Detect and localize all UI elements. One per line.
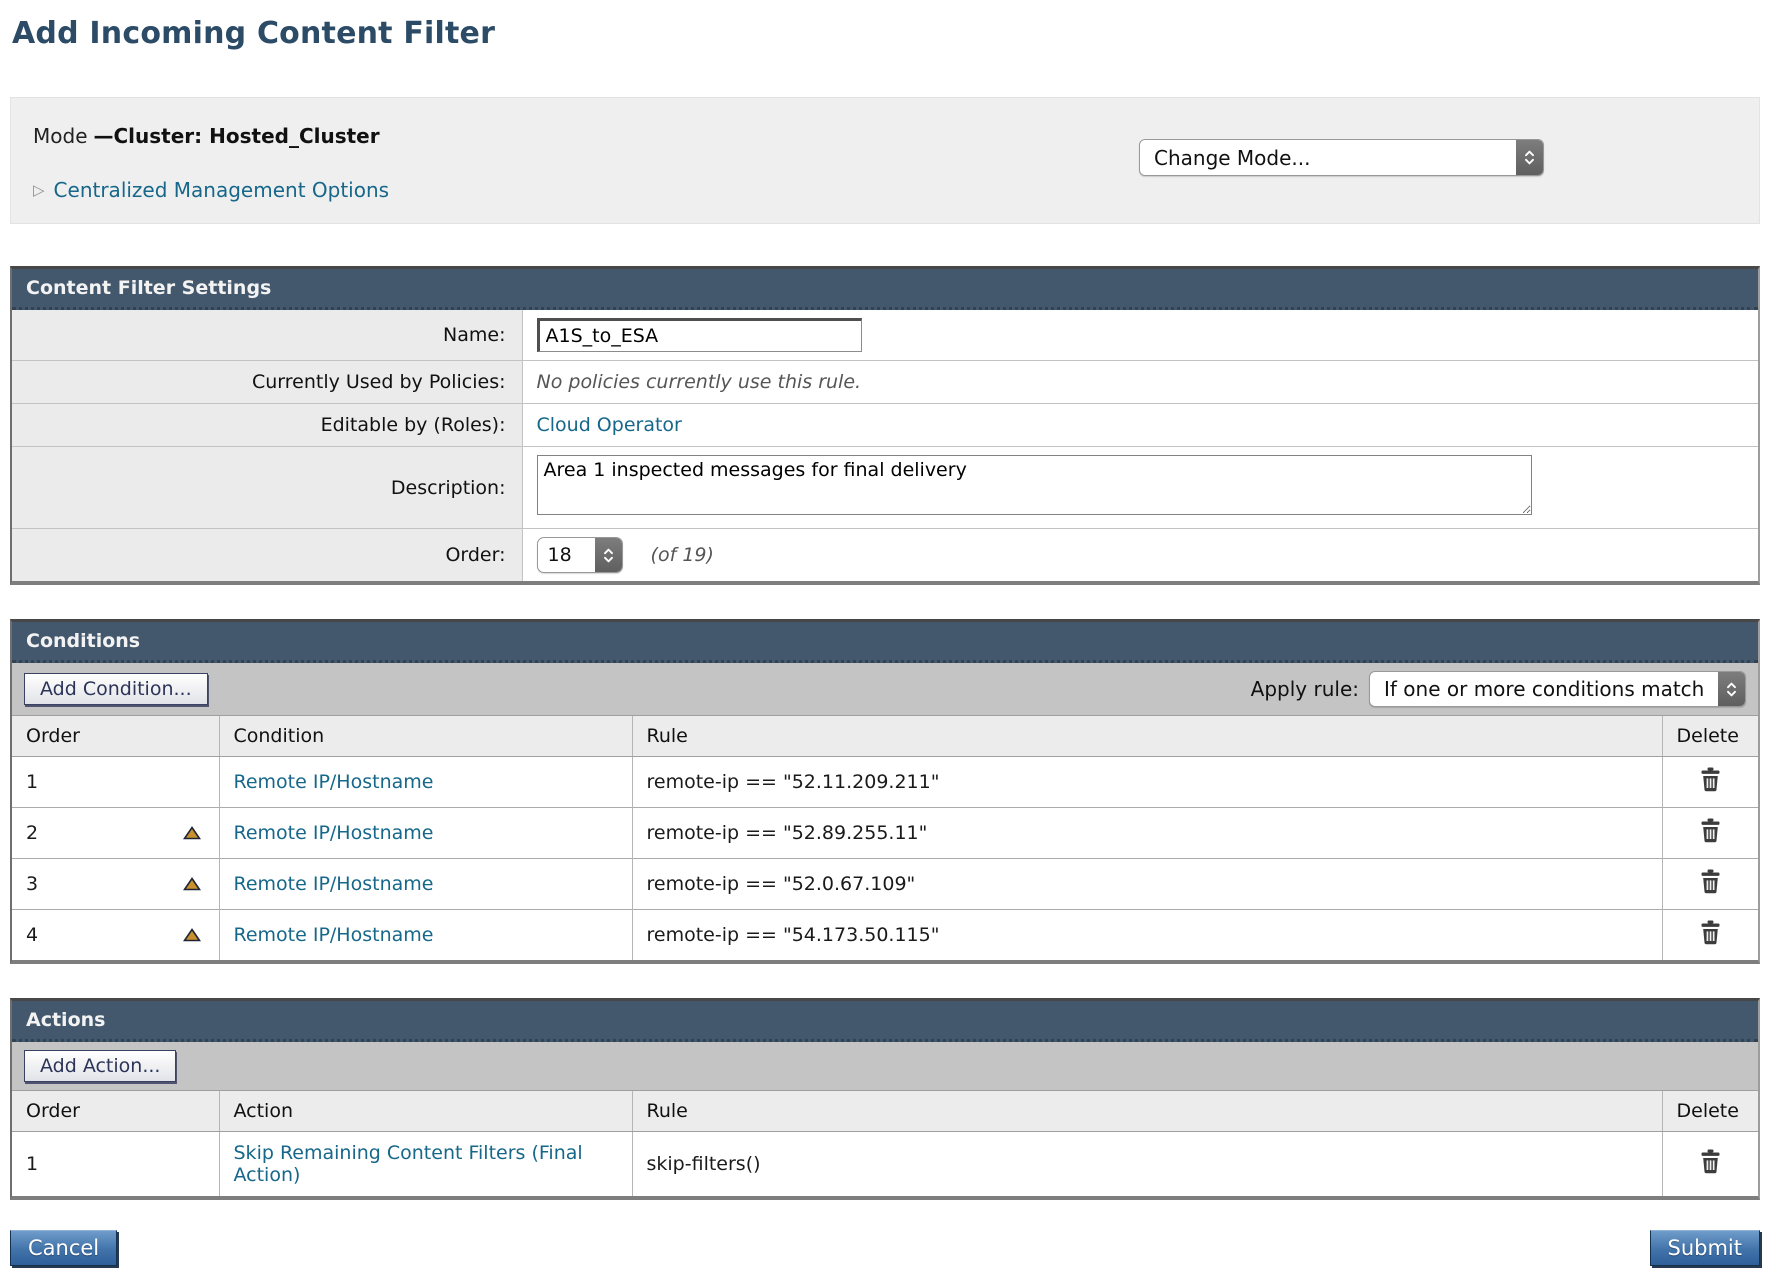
condition-rule: remote-ip == "54.173.50.115" <box>632 910 1662 961</box>
centralized-management-options-row: ▷ Centralized Management Options <box>33 178 1737 202</box>
content-filter-settings-panel: Content Filter Settings Name: Currently … <box>10 266 1760 585</box>
apply-rule-selected-value: If one or more conditions match <box>1370 672 1718 706</box>
conditions-panel: Conditions Add Condition... Apply rule: … <box>10 619 1760 964</box>
policies-label: Currently Used by Policies: <box>12 361 522 404</box>
action-rule: skip-filters() <box>632 1132 1662 1197</box>
condition-order: 4 <box>26 924 38 946</box>
apply-rule-group: Apply rule: If one or more conditions ma… <box>1251 671 1746 707</box>
add-action-button[interactable]: Add Action... <box>24 1050 176 1082</box>
condition-rule: remote-ip == "52.11.209.211" <box>632 757 1662 808</box>
arrow-up-icon <box>183 877 201 891</box>
apply-rule-select[interactable]: If one or more conditions match <box>1369 671 1746 707</box>
action-order: 1 <box>26 1153 38 1175</box>
column-header-action: Action <box>219 1091 632 1132</box>
condition-order: 2 <box>26 822 38 844</box>
select-stepper-icon <box>1718 672 1745 706</box>
trash-icon <box>1699 869 1722 894</box>
name-label: Name: <box>12 310 522 361</box>
delete-condition-button[interactable] <box>1699 920 1722 945</box>
column-header-rule: Rule <box>632 716 1662 757</box>
column-header-order: Order <box>12 716 219 757</box>
centralized-management-options-link[interactable]: Centralized Management Options <box>54 178 390 202</box>
delete-condition-button[interactable] <box>1699 869 1722 894</box>
actions-table-header-row: Order Action Rule Delete <box>12 1091 1758 1132</box>
name-input[interactable] <box>537 318 862 352</box>
condition-order: 3 <box>26 873 38 895</box>
add-condition-button[interactable]: Add Condition... <box>24 673 208 705</box>
trash-icon <box>1699 818 1722 843</box>
description-label: Description: <box>12 447 522 529</box>
condition-link[interactable]: Remote IP/Hostname <box>234 771 434 793</box>
condition-row: 2 Remote IP/Hostname remote-ip == "52.89… <box>12 808 1758 859</box>
condition-rule: remote-ip == "52.0.67.109" <box>632 859 1662 910</box>
actions-panel: Actions Add Action... Order Action Rule … <box>10 998 1760 1200</box>
description-row: Description: Area 1 inspected messages f… <box>12 447 1758 529</box>
apply-rule-label: Apply rule: <box>1251 677 1359 701</box>
condition-link[interactable]: Remote IP/Hostname <box>234 822 434 844</box>
roles-row: Editable by (Roles): Cloud Operator <box>12 404 1758 447</box>
condition-rule: remote-ip == "52.89.255.11" <box>632 808 1662 859</box>
mode-panel: Mode —Cluster: Hosted_Cluster Change Mod… <box>10 97 1760 224</box>
mode-value: —Cluster: Hosted_Cluster <box>94 124 380 148</box>
conditions-toolbar: Add Condition... Apply rule: If one or m… <box>12 663 1758 716</box>
delete-condition-button[interactable] <box>1699 818 1722 843</box>
column-header-order: Order <box>12 1091 219 1132</box>
disclosure-triangle-icon[interactable]: ▷ <box>33 181 45 199</box>
trash-icon <box>1699 767 1722 792</box>
move-up-button[interactable] <box>183 826 201 840</box>
settings-table: Name: Currently Used by Policies: No pol… <box>12 310 1758 581</box>
actions-header: Actions <box>12 1001 1758 1042</box>
column-header-delete: Delete <box>1662 716 1758 757</box>
condition-row: 1 Remote IP/Hostname remote-ip == "52.11… <box>12 757 1758 808</box>
cloud-operator-link[interactable]: Cloud Operator <box>537 414 682 436</box>
condition-order: 1 <box>26 771 38 793</box>
roles-label: Editable by (Roles): <box>12 404 522 447</box>
conditions-table: Order Condition Rule Delete 1 Remote IP/… <box>12 716 1758 960</box>
select-stepper-icon <box>595 538 622 572</box>
trash-icon <box>1699 1149 1722 1174</box>
condition-link[interactable]: Remote IP/Hostname <box>234 873 434 895</box>
name-row: Name: <box>12 310 1758 361</box>
mode-label: Mode <box>33 124 88 148</box>
actions-table: Order Action Rule Delete 1 Skip Remainin… <box>12 1091 1758 1196</box>
conditions-header: Conditions <box>12 622 1758 663</box>
condition-row: 3 Remote IP/Hostname remote-ip == "52.0.… <box>12 859 1758 910</box>
order-label: Order: <box>12 529 522 582</box>
policies-row: Currently Used by Policies: No policies … <box>12 361 1758 404</box>
policies-value: No policies currently use this rule. <box>537 371 862 393</box>
order-selected-value: 18 <box>538 540 595 570</box>
trash-icon <box>1699 920 1722 945</box>
change-mode-select[interactable]: Change Mode... <box>1139 139 1544 176</box>
order-of-note: (of 19) <box>651 544 714 566</box>
submit-button[interactable]: Submit <box>1650 1230 1761 1266</box>
move-up-button[interactable] <box>183 877 201 891</box>
order-row: Order: 18 (of 19) <box>12 529 1758 582</box>
change-mode-selected-value: Change Mode... <box>1140 141 1516 175</box>
select-stepper-icon <box>1516 140 1543 175</box>
cancel-button[interactable]: Cancel <box>10 1230 117 1266</box>
description-textarea[interactable]: Area 1 inspected messages for final deli… <box>537 455 1532 515</box>
condition-link[interactable]: Remote IP/Hostname <box>234 924 434 946</box>
column-header-rule: Rule <box>632 1091 1662 1132</box>
page-title: Add Incoming Content Filter <box>12 16 1760 51</box>
action-link[interactable]: Skip Remaining Content Filters (Final Ac… <box>234 1142 583 1186</box>
arrow-up-icon <box>183 826 201 840</box>
delete-action-button[interactable] <box>1699 1149 1722 1174</box>
order-select[interactable]: 18 <box>537 537 623 573</box>
footer-button-bar: Cancel Submit <box>10 1230 1760 1266</box>
action-row: 1 Skip Remaining Content Filters (Final … <box>12 1132 1758 1197</box>
content-filter-settings-header: Content Filter Settings <box>12 269 1758 310</box>
conditions-table-header-row: Order Condition Rule Delete <box>12 716 1758 757</box>
move-up-button[interactable] <box>183 928 201 942</box>
delete-condition-button[interactable] <box>1699 767 1722 792</box>
condition-row: 4 Remote IP/Hostname remote-ip == "54.17… <box>12 910 1758 961</box>
column-header-delete: Delete <box>1662 1091 1758 1132</box>
actions-toolbar: Add Action... <box>12 1042 1758 1091</box>
column-header-condition: Condition <box>219 716 632 757</box>
arrow-up-icon <box>183 928 201 942</box>
page: Add Incoming Content Filter Mode —Cluste… <box>0 0 1770 1280</box>
